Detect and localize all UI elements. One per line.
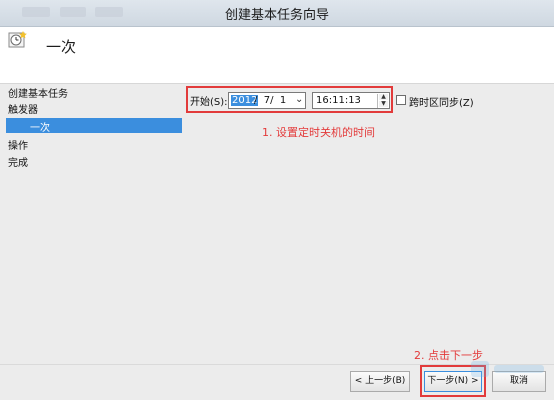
timezone-sync-checkbox[interactable] <box>396 95 406 105</box>
sidebar-item-action[interactable]: 操作 <box>8 137 28 152</box>
date-month-day-segment[interactable]: / 7/ 1 <box>254 95 286 106</box>
window-title: 创建基本任务向导 <box>224 8 329 23</box>
scheduled-task-icon <box>8 30 28 50</box>
start-label: 开始(S): <box>190 97 228 108</box>
annotation-step-1: 1. 设置定时关机的时间 <box>262 126 375 139</box>
page-title: 一次 <box>46 38 77 56</box>
sidebar-item-create-basic-task[interactable]: 创建基本任务 <box>8 85 68 100</box>
time-spinner[interactable]: ▲ ▼ <box>377 94 389 108</box>
back-button[interactable]: < 上一步(B) <box>350 371 410 392</box>
sidebar-item-once-label: 一次 <box>30 123 50 134</box>
start-date-picker[interactable]: 2012 / 7/ 1 ⌄ <box>228 92 306 109</box>
watermark-logo <box>470 358 548 380</box>
timezone-sync-label[interactable]: 跨时区同步(Z) <box>409 94 474 109</box>
sidebar-item-finish[interactable]: 完成 <box>8 154 28 169</box>
spin-down-icon[interactable]: ▼ <box>379 101 388 107</box>
time-value[interactable]: 16:11:13 <box>316 95 361 106</box>
sidebar-item-trigger[interactable]: 触发器 <box>8 101 38 116</box>
start-time-field[interactable]: 16:11:13 ▲ ▼ <box>312 92 390 109</box>
wizard-header <box>0 27 554 84</box>
chevron-down-icon[interactable]: ⌄ <box>295 94 303 105</box>
